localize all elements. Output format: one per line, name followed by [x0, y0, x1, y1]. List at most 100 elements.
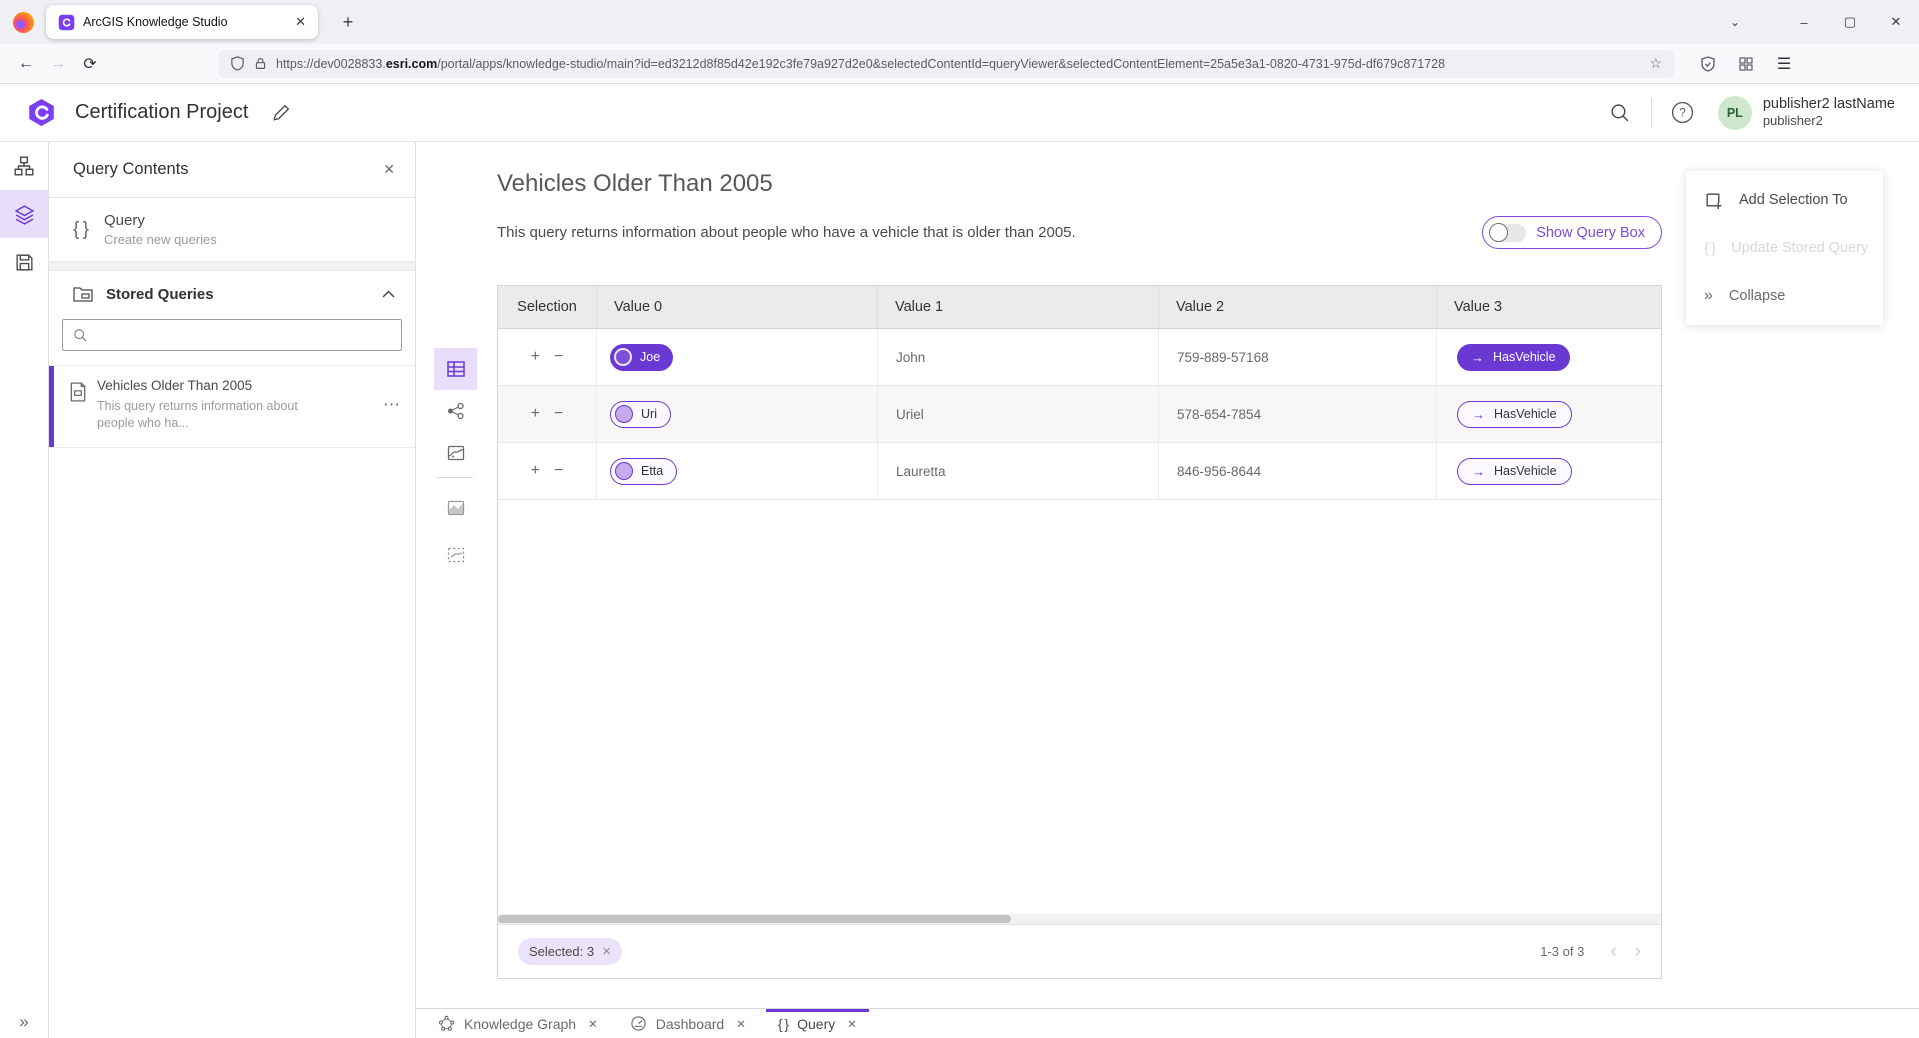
add-to-map-icon[interactable]: [434, 487, 477, 529]
stored-query-item[interactable]: Vehicles Older Than 2005 This query retu…: [49, 365, 415, 448]
panel-close-icon[interactable]: ✕: [383, 161, 395, 178]
page-range: 1-3 of 3: [1540, 944, 1584, 959]
add-selection-button[interactable]: +: [531, 349, 540, 365]
app-body: » Query Contents ✕ { } Query Create new …: [0, 142, 1919, 1038]
tab-query[interactable]: { } Query ✕: [762, 1009, 873, 1038]
stored-query-title: Vehicles Older Than 2005: [97, 378, 298, 393]
window-minimize-button[interactable]: –: [1781, 0, 1827, 44]
header-actions: ? PL publisher2 lastName publisher2: [1601, 94, 1895, 132]
scrollbar-thumb[interactable]: [498, 915, 1011, 923]
search-icon[interactable]: [1601, 94, 1639, 132]
bookmark-star-icon[interactable]: ☆: [1649, 55, 1662, 72]
double-chevron-right-icon: »: [1704, 287, 1713, 305]
menu-hamburger-icon[interactable]: ☰: [1768, 49, 1800, 79]
stored-query-menu-icon[interactable]: ⋯: [383, 395, 401, 415]
horizontal-scrollbar[interactable]: [498, 914, 1661, 924]
search-input-icon: [73, 328, 87, 342]
back-button[interactable]: ←: [10, 49, 42, 79]
view-toolstrip: [416, 142, 497, 1008]
arrow-right-icon: →: [1472, 464, 1485, 479]
tab-dashboard[interactable]: Dashboard ✕: [614, 1009, 762, 1038]
extensions-icon[interactable]: [1730, 49, 1762, 79]
browser-titlebar: ArcGIS Knowledge Studio ✕ + ⌄ – ▢ ✕: [0, 0, 1919, 44]
stored-queries-search: [49, 317, 415, 365]
toggle-switch[interactable]: [1490, 224, 1526, 242]
window-maximize-button[interactable]: ▢: [1827, 0, 1873, 44]
knowledge-graph-icon: [438, 1015, 455, 1032]
user-avatar[interactable]: PL: [1718, 96, 1752, 130]
new-tab-button[interactable]: +: [334, 8, 362, 36]
tab-close-icon[interactable]: ✕: [588, 1017, 598, 1031]
tracking-shield-icon[interactable]: [230, 56, 245, 71]
url-text[interactable]: https://dev0028833.esri.com/portal/apps/…: [276, 57, 1640, 71]
link-chart-icon[interactable]: [434, 390, 477, 432]
help-icon[interactable]: ?: [1664, 94, 1702, 132]
panel-header: Query Contents ✕: [49, 142, 415, 198]
url-bar[interactable]: https://dev0028833.esri.com/portal/apps/…: [218, 50, 1674, 78]
account-badge-icon[interactable]: [1692, 49, 1724, 79]
selected-count-chip[interactable]: Selected: 3 ✕: [518, 938, 622, 965]
remove-selection-button[interactable]: −: [554, 406, 563, 422]
save-icon[interactable]: [0, 238, 48, 286]
relationship-pill[interactable]: →HasVehicle: [1457, 401, 1572, 428]
braces-icon: { }: [73, 219, 88, 241]
browser-tab[interactable]: ArcGIS Knowledge Studio ✕: [46, 5, 318, 39]
edit-title-button[interactable]: [272, 104, 290, 122]
menu-item-collapse[interactable]: » Collapse: [1686, 272, 1883, 320]
tab-close-icon[interactable]: ✕: [291, 14, 310, 30]
app-header: Certification Project ? PL publisher2 la…: [0, 84, 1919, 142]
user-info[interactable]: publisher2 lastName publisher2: [1763, 95, 1895, 129]
remove-selection-button[interactable]: −: [554, 463, 563, 479]
column-header: Value 3: [1437, 286, 1661, 328]
expand-rail-icon[interactable]: »: [0, 1012, 48, 1032]
menu-item-update-stored-query[interactable]: { } Update Stored Query: [1686, 224, 1883, 272]
tab-close-icon[interactable]: ✕: [847, 1017, 857, 1031]
table-row[interactable]: + − Uri Uriel 578-654-7854 →HasVehicle: [498, 386, 1661, 443]
query-item-subtitle: Create new queries: [104, 232, 217, 247]
menu-item-label: Add Selection To: [1739, 192, 1848, 208]
menu-item-label: Collapse: [1729, 288, 1785, 304]
table-view-icon[interactable]: [434, 348, 477, 390]
list-all-tabs-icon[interactable]: ⌄: [1717, 0, 1753, 44]
contents-layers-icon[interactable]: [0, 190, 48, 238]
reload-button[interactable]: ⟳: [74, 49, 106, 79]
previous-page-icon[interactable]: ‹: [1610, 942, 1616, 961]
braces-icon: { }: [1704, 240, 1715, 257]
add-selection-button[interactable]: +: [531, 406, 540, 422]
show-query-box-toggle[interactable]: Show Query Box: [1482, 216, 1662, 249]
add-selection-button[interactable]: +: [531, 463, 540, 479]
next-page-icon[interactable]: ›: [1635, 942, 1641, 961]
tab-knowledge-graph[interactable]: Knowledge Graph ✕: [422, 1009, 614, 1038]
query-item-title: Query: [104, 212, 217, 229]
clear-selection-icon[interactable]: ✕: [602, 945, 611, 958]
navbar-right-icons: ☰: [1692, 49, 1800, 79]
entity-pill[interactable]: Etta: [610, 458, 677, 485]
map-view-icon[interactable]: [434, 432, 477, 474]
svg-text:?: ?: [1680, 108, 1686, 120]
arrow-right-icon: →: [1471, 350, 1484, 365]
lock-icon[interactable]: [254, 57, 267, 70]
window-close-button[interactable]: ✕: [1873, 0, 1919, 44]
entity-pill[interactable]: Uri: [610, 401, 671, 428]
column-header: Value 0: [597, 286, 878, 328]
menu-item-add-selection-to[interactable]: Add Selection To: [1686, 176, 1883, 224]
forward-button[interactable]: →: [42, 49, 74, 79]
relationship-pill[interactable]: →HasVehicle: [1457, 458, 1572, 485]
firefox-icon[interactable]: [13, 12, 34, 33]
chevron-up-icon[interactable]: [382, 290, 395, 298]
selection-tool-icon[interactable]: [434, 534, 477, 576]
new-query-item[interactable]: { } Query Create new queries: [49, 198, 415, 261]
search-input[interactable]: [95, 328, 391, 343]
stored-query-description: This query returns information about peo…: [97, 398, 298, 433]
relationship-pill[interactable]: →HasVehicle: [1457, 344, 1570, 371]
tab-close-icon[interactable]: ✕: [736, 1017, 746, 1031]
search-field[interactable]: [62, 319, 402, 351]
stored-queries-header[interactable]: Stored Queries: [49, 271, 415, 317]
entity-pill[interactable]: Joe: [610, 344, 673, 371]
results-table: Selection Value 0 Value 1 Value 2 Value …: [497, 285, 1662, 979]
content-tabbar: Knowledge Graph ✕ Dashboard ✕ { } Query …: [416, 1008, 1919, 1038]
data-model-icon[interactable]: [0, 142, 48, 190]
remove-selection-button[interactable]: −: [554, 349, 563, 365]
table-row[interactable]: + − Joe John 759-889-57168 →HasVehicle: [498, 329, 1661, 386]
table-row[interactable]: + − Etta Lauretta 846-956-8644 →HasVehic…: [498, 443, 1661, 500]
